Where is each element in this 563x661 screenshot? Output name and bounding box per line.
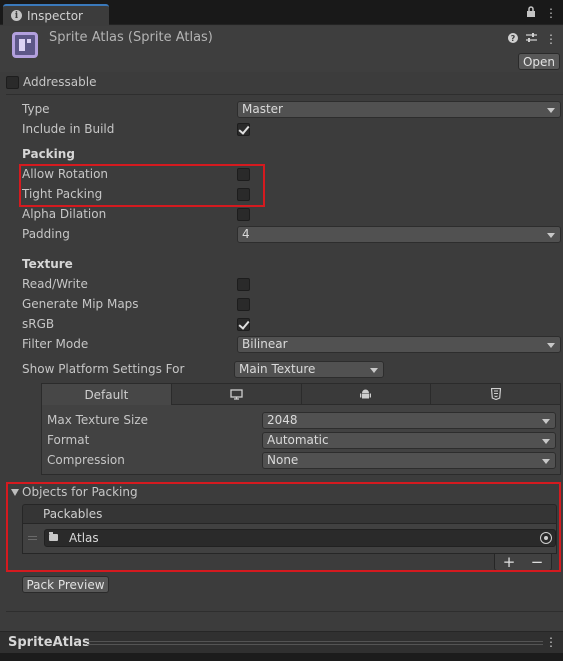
filter-mode-label: Filter Mode bbox=[22, 337, 89, 351]
platform-settings-dropdown[interactable]: Main Texture bbox=[234, 361, 384, 378]
asset-title: Sprite Atlas (Sprite Atlas) bbox=[49, 30, 213, 45]
srgb-checkbox[interactable] bbox=[237, 318, 250, 331]
pack-preview-button[interactable]: Pack Preview bbox=[22, 576, 109, 593]
type-value: Master bbox=[242, 102, 283, 116]
padding-dropdown[interactable]: 4 bbox=[237, 226, 561, 243]
tight-packing-checkbox[interactable] bbox=[237, 188, 250, 201]
svg-text:?: ? bbox=[511, 34, 516, 43]
objects-for-packing-list: Packables Atlas + − bbox=[22, 504, 557, 571]
chevron-down-icon bbox=[542, 419, 550, 424]
webgl-html5-icon bbox=[490, 388, 501, 400]
lock-icon[interactable] bbox=[526, 6, 536, 20]
kebab-menu-icon[interactable]: ⋮ bbox=[545, 635, 557, 649]
objects-for-packing-title[interactable]: Objects for Packing bbox=[22, 485, 138, 499]
padding-label: Padding bbox=[22, 227, 70, 241]
format-dropdown[interactable]: Automatic bbox=[262, 432, 556, 449]
packables-header-label: Packables bbox=[43, 507, 103, 521]
inspector-header: Sprite Atlas (Sprite Atlas) ? ⋮ Open bbox=[0, 26, 563, 72]
texture-section-title: Texture bbox=[22, 257, 73, 271]
info-icon: i bbox=[11, 10, 22, 21]
foldout-arrow-icon[interactable] bbox=[11, 489, 19, 496]
drag-handle-icon[interactable] bbox=[28, 536, 37, 540]
type-label: Type bbox=[22, 102, 50, 116]
kebab-menu-icon[interactable]: ⋮ bbox=[545, 32, 557, 46]
list-footer: + − bbox=[494, 553, 552, 571]
filter-mode-dropdown[interactable]: Bilinear bbox=[237, 336, 561, 353]
chevron-down-icon bbox=[547, 108, 555, 113]
monitor-icon bbox=[229, 388, 243, 400]
sprite-atlas-icon bbox=[12, 32, 38, 58]
compression-dropdown[interactable]: None bbox=[262, 452, 556, 469]
divider bbox=[6, 94, 563, 95]
compression-label: Compression bbox=[47, 453, 125, 467]
include-in-build-label: Include in Build bbox=[22, 122, 115, 136]
platform-settings-value: Main Texture bbox=[239, 362, 316, 376]
padding-value: 4 bbox=[242, 227, 250, 241]
kebab-menu-icon[interactable]: ⋮ bbox=[545, 6, 557, 20]
chevron-down-icon bbox=[542, 439, 550, 444]
platform-settings-label: Show Platform Settings For bbox=[22, 362, 185, 376]
max-texture-size-dropdown[interactable]: 2048 bbox=[262, 412, 556, 429]
format-label: Format bbox=[47, 433, 90, 447]
tab-inspector[interactable]: i Inspector bbox=[3, 4, 109, 25]
remove-item-button[interactable]: − bbox=[531, 553, 544, 571]
list-item[interactable]: Atlas bbox=[44, 529, 556, 547]
tab-actions: ⋮ bbox=[526, 6, 557, 20]
preview-title: SpriteAtlas bbox=[8, 635, 90, 650]
addressable-checkbox[interactable] bbox=[6, 76, 19, 89]
read-write-label: Read/Write bbox=[22, 277, 88, 291]
android-icon bbox=[360, 389, 372, 399]
addressable-label: Addressable bbox=[23, 75, 97, 89]
tab-android[interactable] bbox=[301, 384, 432, 405]
format-value: Automatic bbox=[267, 433, 329, 447]
status-strip bbox=[0, 653, 563, 661]
divider bbox=[6, 611, 563, 612]
add-item-button[interactable]: + bbox=[503, 553, 516, 571]
type-dropdown[interactable]: Master bbox=[237, 101, 561, 118]
tab-default[interactable]: Default bbox=[42, 384, 172, 405]
compression-value: None bbox=[267, 453, 299, 467]
list-item-name: Atlas bbox=[69, 531, 99, 545]
tab-default-label: Default bbox=[84, 387, 129, 402]
max-texture-size-label: Max Texture Size bbox=[47, 413, 148, 427]
tab-webgl[interactable] bbox=[431, 384, 560, 405]
open-button[interactable]: Open bbox=[518, 53, 560, 70]
resize-grip[interactable] bbox=[87, 641, 543, 645]
packables-header: Packables bbox=[22, 504, 557, 524]
allow-rotation-label: Allow Rotation bbox=[22, 167, 109, 181]
include-in-build-checkbox[interactable] bbox=[237, 123, 250, 136]
tight-packing-label: Tight Packing bbox=[22, 187, 103, 201]
help-icon[interactable]: ? bbox=[508, 32, 518, 46]
generate-mip-maps-checkbox[interactable] bbox=[237, 298, 250, 311]
generate-mip-maps-label: Generate Mip Maps bbox=[22, 297, 139, 311]
chevron-down-icon bbox=[370, 368, 378, 373]
packables-list: Atlas bbox=[22, 524, 557, 554]
tab-title: Inspector bbox=[27, 8, 83, 23]
read-write-checkbox[interactable] bbox=[237, 278, 250, 291]
allow-rotation-checkbox[interactable] bbox=[237, 168, 250, 181]
object-picker-icon[interactable] bbox=[540, 532, 552, 544]
alpha-dilation-checkbox[interactable] bbox=[237, 208, 250, 221]
preview-bar: SpriteAtlas ⋮ bbox=[0, 631, 563, 653]
filter-mode-value: Bilinear bbox=[242, 337, 288, 351]
max-texture-size-value: 2048 bbox=[267, 413, 298, 427]
folder-icon bbox=[49, 532, 58, 541]
tab-bar: i Inspector ⋮ bbox=[0, 0, 563, 25]
packing-section-title: Packing bbox=[22, 147, 75, 161]
chevron-down-icon bbox=[547, 343, 555, 348]
header-actions: ? ⋮ bbox=[508, 32, 557, 46]
platform-tabs: Default bbox=[42, 384, 560, 405]
chevron-down-icon bbox=[542, 459, 550, 464]
alpha-dilation-label: Alpha Dilation bbox=[22, 207, 107, 221]
srgb-label: sRGB bbox=[22, 317, 55, 331]
preset-sliders-icon[interactable] bbox=[526, 32, 537, 46]
tab-standalone[interactable] bbox=[171, 384, 302, 405]
chevron-down-icon bbox=[547, 233, 555, 238]
